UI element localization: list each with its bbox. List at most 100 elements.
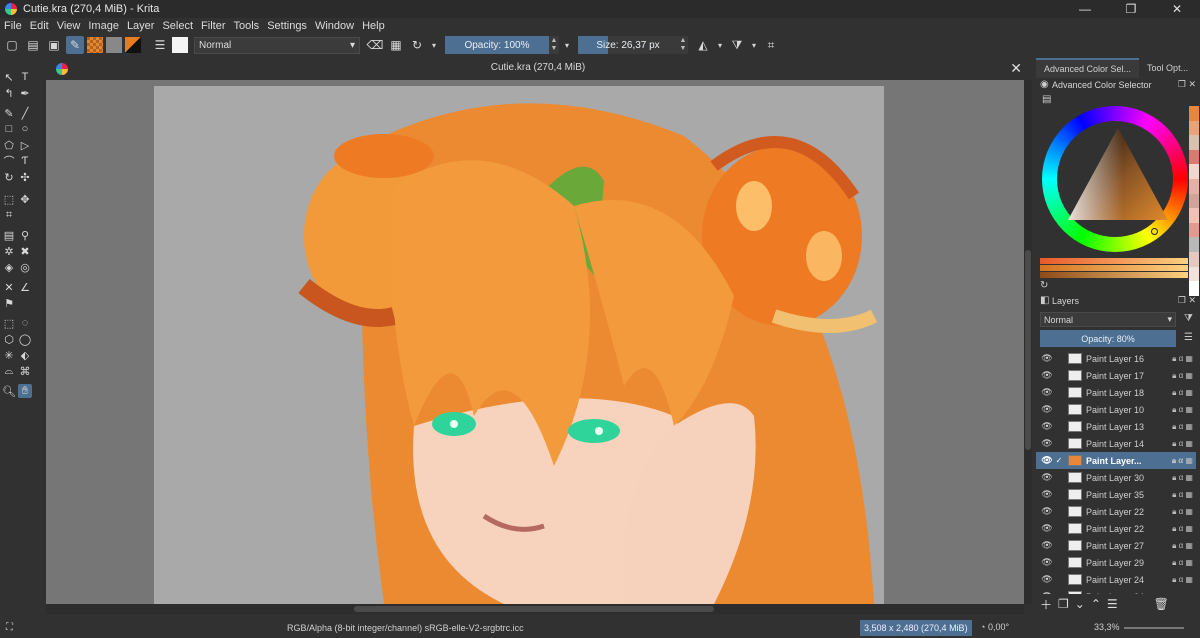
menu-window[interactable]: Window <box>315 20 354 32</box>
mirror-horizontal-icon[interactable]: ◭ <box>694 36 712 54</box>
layer-state-icons[interactable]: 🔒︎ α ▦ <box>1172 456 1193 466</box>
history-swatch[interactable] <box>1189 237 1199 253</box>
freehand-select-icon[interactable]: ◯ <box>18 332 32 346</box>
history-swatch[interactable] <box>1189 266 1199 282</box>
mirror-vertical-icon[interactable]: ⧩ <box>728 36 746 54</box>
magnetic-select-icon[interactable]: ⌘ <box>18 364 32 378</box>
eye-icon[interactable]: 👁︎ <box>1040 421 1054 432</box>
layer-row[interactable]: 👁︎ Paint Layer 34🔒︎ α ▦ <box>1036 588 1196 594</box>
eraser-mode-icon[interactable]: ⌫ <box>366 36 384 54</box>
refresh-icon[interactable]: ↻ <box>1040 280 1048 291</box>
eye-icon[interactable]: 👁︎ <box>1040 353 1054 364</box>
select-shapes-icon[interactable]: ↖ <box>2 70 16 84</box>
layer-state-icons[interactable]: 🔒︎ α ▦ <box>1172 439 1193 449</box>
layer-row[interactable]: 👁︎ Paint Layer 10 🔒︎ α ▦ <box>1036 401 1196 418</box>
line-tool-icon[interactable]: ╱ <box>18 106 32 120</box>
history-swatch[interactable] <box>1189 135 1199 150</box>
brush-preset-icon[interactable]: ✎ <box>66 36 84 54</box>
layer-row[interactable]: 👁︎ Paint Layer 29 🔒︎ α ▦ <box>1036 554 1196 571</box>
bezier-tool-icon[interactable]: ⌒ <box>2 154 16 168</box>
open-document-icon[interactable]: ▤ <box>24 36 42 54</box>
history-swatch[interactable] <box>1189 164 1199 180</box>
brush-settings-icon[interactable]: ☰ <box>151 36 169 54</box>
vertical-scrollbar[interactable] <box>1024 80 1032 604</box>
layer-state-icons[interactable]: 🔒︎ α ▦ <box>1172 592 1193 595</box>
colorize-mask-icon[interactable]: ✲ <box>2 244 16 258</box>
crop-tool-icon[interactable]: ⌗ <box>2 208 16 222</box>
menu-icon[interactable]: ☰ <box>1184 332 1193 343</box>
filter-icon[interactable]: ⧩ <box>1184 313 1193 324</box>
ellipse-tool-icon[interactable]: ○ <box>18 122 32 136</box>
eye-icon[interactable]: 👁︎ <box>1040 557 1054 568</box>
layer-row[interactable]: 👁︎ Paint Layer 22 🔒︎ α ▦ <box>1036 503 1196 520</box>
layer-state-icons[interactable]: 🔒︎ α ▦ <box>1172 422 1193 432</box>
preserve-alpha-icon[interactable]: ▦ <box>387 36 405 54</box>
layer-state-icons[interactable]: 🔒︎ α ▦ <box>1172 388 1193 398</box>
brush-preview-icon[interactable] <box>172 37 188 53</box>
menu-layer[interactable]: Layer <box>127 20 155 32</box>
new-document-icon[interactable]: ▢ <box>3 36 21 54</box>
eye-icon[interactable]: 👁︎ <box>1040 506 1054 517</box>
chevron-down-icon[interactable]: ▾ <box>562 36 572 54</box>
fullscreen-icon[interactable]: ⛶ <box>6 622 13 633</box>
zoom-slider[interactable] <box>1124 627 1184 629</box>
eye-icon[interactable]: 👁︎ <box>1040 489 1054 500</box>
wrap-around-icon[interactable]: ⌗ <box>762 36 780 54</box>
eye-icon[interactable]: 👁︎ <box>1040 404 1054 415</box>
horizontal-scroll-thumb[interactable] <box>354 606 714 612</box>
layer-state-icons[interactable]: 🔒︎ α ▦ <box>1172 541 1193 551</box>
transform-tool-icon[interactable]: ⬚ <box>2 192 16 206</box>
save-document-icon[interactable]: ▣ <box>45 36 63 54</box>
reference-image-icon[interactable]: ⚑ <box>2 296 16 310</box>
contiguous-select-icon[interactable]: ✳ <box>2 348 16 362</box>
multibrush-icon[interactable]: ✣ <box>18 170 32 184</box>
tab-tool-options[interactable]: Tool Opt... <box>1139 58 1196 78</box>
zoom-readout[interactable]: 33,3% <box>1094 622 1120 632</box>
hue-wheel[interactable] <box>1042 106 1188 252</box>
eye-icon[interactable]: 👁︎ <box>1040 523 1054 534</box>
measure-tool-icon[interactable]: ∠ <box>18 280 32 294</box>
eye-icon[interactable]: 👁︎ <box>1040 591 1054 594</box>
blend-mode-dropdown[interactable]: Normal ▾ <box>194 36 360 54</box>
shade-bar[interactable] <box>1040 265 1188 271</box>
layer-state-icons[interactable]: 🔒︎ α ▦ <box>1172 490 1193 500</box>
tab-advanced-color-selector[interactable]: Advanced Color Sel... <box>1036 58 1140 78</box>
eye-icon[interactable]: 👁︎ <box>1040 574 1054 585</box>
layer-opacity-slider[interactable]: Opacity: 80% <box>1040 330 1176 347</box>
menu-settings[interactable]: Settings <box>267 20 307 32</box>
layer-row[interactable]: 👁︎ Paint Layer 22 🔒︎ α ▦ <box>1036 520 1196 537</box>
layer-state-icons[interactable]: 🔒︎ α ▦ <box>1172 371 1193 381</box>
history-swatch[interactable] <box>1189 208 1199 223</box>
layer-row[interactable]: 👁︎ ✓ Paint Layer... 🔒︎ α ▦ <box>1036 452 1196 469</box>
size-stepper[interactable]: ▲ ▼ <box>678 36 688 54</box>
size-slider[interactable]: Size: 26,37 px <box>578 36 678 54</box>
shade-selector[interactable] <box>1040 258 1188 278</box>
history-swatch[interactable] <box>1189 106 1199 121</box>
layer-row[interactable]: 👁︎ Paint Layer 18 🔒︎ α ▦ <box>1036 384 1196 401</box>
gradient-icon[interactable] <box>106 37 122 53</box>
eye-icon[interactable]: 👁︎ <box>1040 387 1054 398</box>
layer-state-icons[interactable]: 🔒︎ α ▦ <box>1172 524 1193 534</box>
text-tool-icon[interactable]: T <box>18 70 32 84</box>
fg-bg-color-icon[interactable] <box>125 37 141 53</box>
minimize-button[interactable]: — <box>1062 0 1108 18</box>
move-down-icon[interactable]: ⌄ <box>1075 597 1085 611</box>
polyline-tool-icon[interactable]: ▷ <box>18 138 32 152</box>
gradient-tool-icon[interactable]: ▤ <box>2 228 16 242</box>
chevron-down-icon[interactable]: ▾ <box>715 36 725 54</box>
rect-select-icon[interactable]: ⬚ <box>2 316 16 330</box>
float-close-icons[interactable]: ❐ ✕ <box>1178 79 1196 90</box>
polygon-select-icon[interactable]: ⬡ <box>2 332 16 346</box>
history-swatch[interactable] <box>1189 252 1199 267</box>
freehand-brush-icon[interactable]: ✎ <box>2 106 16 120</box>
eye-icon[interactable]: 👁︎ <box>1040 540 1054 551</box>
eye-icon[interactable]: 👁︎ <box>1040 370 1054 381</box>
layer-row[interactable]: 👁︎ Paint Layer 24 🔒︎ α ▦ <box>1036 571 1196 588</box>
layer-state-icons[interactable]: 🔒︎ α ▦ <box>1172 558 1193 568</box>
enclose-fill-icon[interactable]: ◎ <box>18 260 32 274</box>
color-picker-icon[interactable]: ⚲ <box>18 228 32 242</box>
calligraphy-icon[interactable]: ✒ <box>18 86 32 100</box>
history-swatch[interactable] <box>1189 179 1199 194</box>
menu-view[interactable]: View <box>57 20 81 32</box>
dynamic-brush-icon[interactable]: ↻ <box>2 170 16 184</box>
